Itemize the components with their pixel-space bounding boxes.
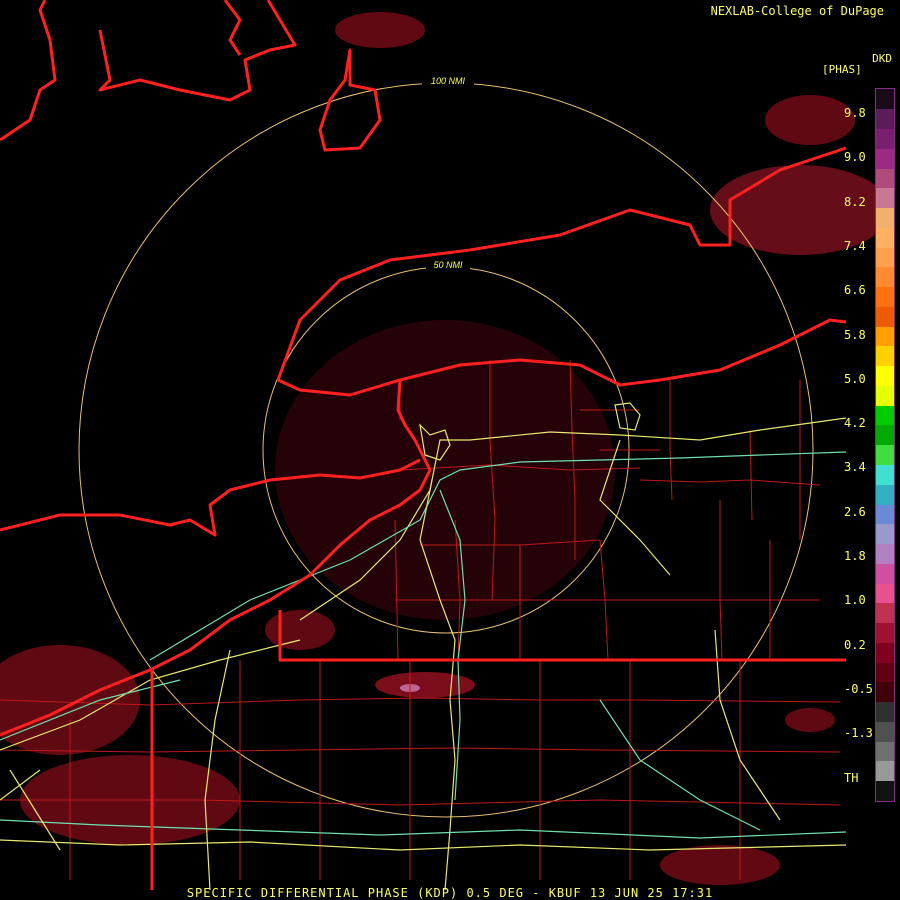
- legend-swatch: [876, 128, 894, 149]
- legend-tick: 1.0: [844, 593, 866, 608]
- legend-swatch: [876, 346, 894, 367]
- ring-label-100: 100 NMI: [431, 76, 466, 86]
- color-legend: DKD [PHAS] 9.8 9.0 8.2 7.4 6.6 5.8 5.0 4.2 3.4 2.…: [822, 52, 900, 812]
- legend-swatch: [876, 741, 894, 762]
- legend-swatch: [876, 721, 894, 742]
- legend-swatch: [876, 761, 894, 782]
- legend-swatch: [876, 781, 894, 801]
- product-footer: SPECIFIC DIFFERENTIAL PHASE (KDP) 0.5 DE…: [186, 886, 714, 900]
- legend-tick: TH: [844, 770, 859, 785]
- legend-unit: [PHAS]: [822, 63, 862, 76]
- legend-swatch: [876, 662, 894, 683]
- legend-swatch: [876, 544, 894, 564]
- echo-north: [335, 12, 425, 48]
- legend-swatch: [876, 623, 894, 643]
- ring-label-50: 50 NMI: [433, 260, 463, 270]
- legend-swatch: [876, 682, 894, 703]
- legend-tick: 5.8: [844, 327, 866, 342]
- legend-tick: 4.2: [844, 416, 866, 431]
- legend-swatch: [876, 445, 894, 465]
- legend-tick: 3.4: [844, 460, 866, 475]
- legend-swatch: [876, 287, 894, 307]
- radar-map: 100 NMI 50 NMI: [0, 0, 900, 900]
- legend-swatch: [876, 109, 894, 129]
- legend-swatch: [876, 168, 894, 189]
- legend-colorbar: [875, 88, 895, 802]
- legend-swatch: [876, 583, 894, 604]
- legend-swatch: [876, 306, 894, 327]
- legend-tick: 5.0: [844, 371, 866, 386]
- legend-product: DKD: [872, 52, 892, 65]
- credit-label: NEXLAB-College of DuPage: [710, 4, 884, 18]
- echo-southeast-2: [660, 845, 780, 885]
- legend-swatch: [876, 385, 894, 406]
- legend-swatch: [876, 208, 894, 228]
- legend-tick: -0.5: [844, 681, 873, 696]
- legend-swatch: [876, 504, 894, 525]
- echo-south: [265, 610, 335, 650]
- legend-swatch: [876, 603, 894, 624]
- legend-tick: -1.3: [844, 726, 873, 741]
- legend-swatch: [876, 148, 894, 169]
- legend-swatch: [876, 227, 894, 248]
- legend-tick: 8.2: [844, 194, 866, 209]
- legend-swatch: [876, 405, 894, 426]
- legend-swatch: [876, 247, 894, 268]
- legend-swatch: [876, 89, 894, 110]
- echo-south-2: [375, 672, 475, 698]
- legend-tick: 0.2: [844, 637, 866, 652]
- legend-tick: 7.4: [844, 238, 866, 253]
- legend-tick: 9.8: [844, 106, 866, 120]
- legend-swatch: [876, 464, 894, 485]
- legend-swatch: [876, 425, 894, 446]
- legend-tick: 2.6: [844, 504, 866, 519]
- legend-swatch: [876, 267, 894, 288]
- legend-swatch: [876, 563, 894, 584]
- legend-swatch: [876, 642, 894, 663]
- legend-swatch: [876, 366, 894, 386]
- legend-tick: 6.6: [844, 283, 866, 298]
- legend-swatch: [876, 524, 894, 545]
- legend-tick: 9.0: [844, 150, 866, 165]
- legend-swatch: [876, 702, 894, 722]
- legend-swatch: [876, 326, 894, 347]
- legend-tick: 1.8: [844, 549, 866, 563]
- legend-swatch: [876, 188, 894, 209]
- legend-swatch: [876, 484, 894, 505]
